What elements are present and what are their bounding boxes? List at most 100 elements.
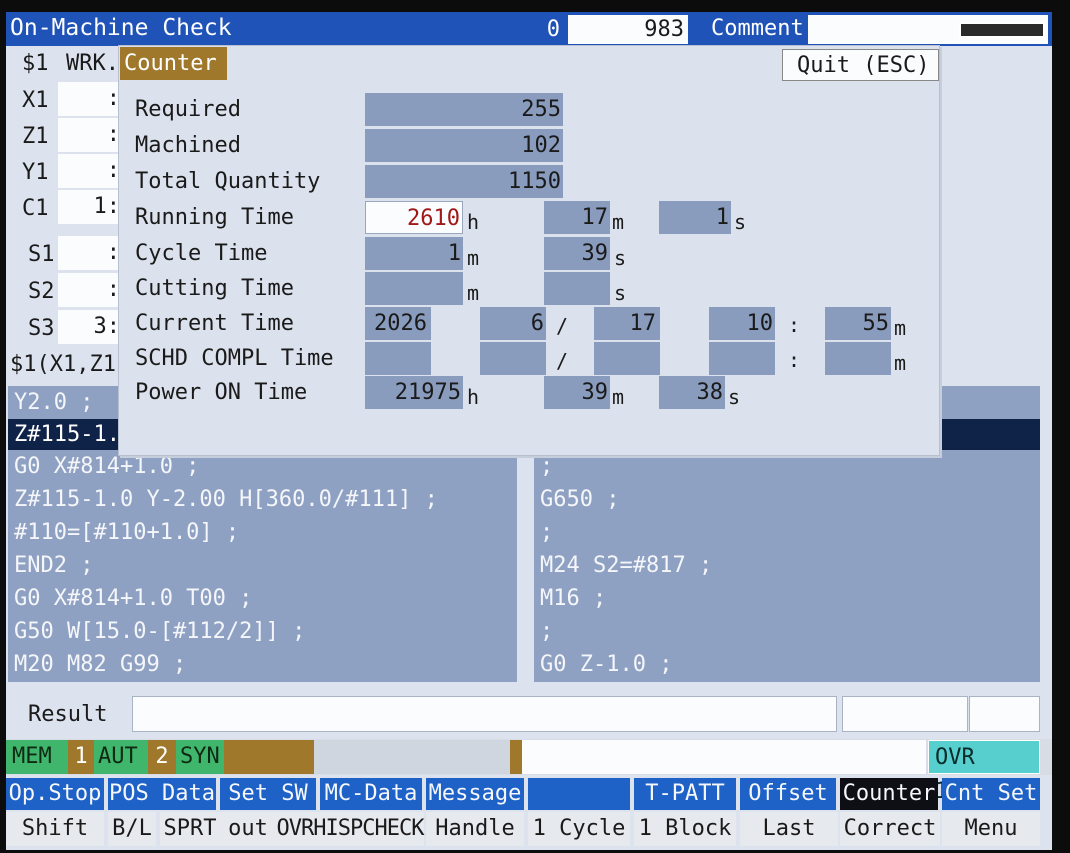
spindle-value: 3: <box>58 310 122 344</box>
softkey-mc-data[interactable]: MC-Data <box>320 778 422 810</box>
softkey-message[interactable]: Message <box>426 778 524 810</box>
spindle-value: : <box>58 236 122 270</box>
status-indicator <box>224 740 314 774</box>
program-pane-left[interactable]: G0 X#814+1.0 ; Z#115-1.0 Y-2.00 H[360.0/… <box>8 450 517 682</box>
softkey-blank[interactable] <box>528 778 630 810</box>
status-system-2: 2 <box>148 740 176 774</box>
schd-hour-value[interactable] <box>709 342 775 375</box>
status-indicator <box>314 740 510 774</box>
program-pane-right[interactable]: ; G650 ; ; M24 S2=#817 ; M16 ; ; G0 Z-1.… <box>534 450 1040 682</box>
minutes-unit: m <box>612 385 625 409</box>
current-year-value[interactable]: 2026 <box>365 307 431 340</box>
counter-title: Counter <box>120 47 227 80</box>
spindle-name: S1 <box>28 242 55 267</box>
status-indicator <box>510 740 522 774</box>
status-mem: MEM <box>6 740 68 774</box>
schd-month-value[interactable] <box>480 342 546 375</box>
axis-list: $1(X1,Z1) <box>10 352 130 377</box>
axis-name: C1 <box>22 196 49 221</box>
minutes-unit: m <box>894 316 907 340</box>
total-quantity-label: Total Quantity <box>135 169 321 194</box>
status-message-field <box>522 740 926 774</box>
required-value[interactable]: 255 <box>365 93 563 126</box>
nc-screen: On-Machine Check 0 983 Comment $1 WRK. X… <box>6 12 1052 850</box>
softkey-pos-data[interactable]: POS Data <box>108 778 216 810</box>
softkey-ovrhispcheck[interactable]: OVRHISPCHECK <box>276 812 424 846</box>
softkey-correct[interactable]: Correct <box>840 812 940 846</box>
status-syn: SYN <box>176 740 224 774</box>
current-day-value[interactable]: 17 <box>594 307 660 340</box>
program-line: ; <box>540 520 554 545</box>
softkey-handle[interactable]: Handle <box>426 812 524 846</box>
minutes-unit: m <box>894 351 907 375</box>
softkey-shift[interactable]: Shift <box>6 812 104 846</box>
program-line: Z#115-1.0 Y-2.00 H[360.0/#111] ; <box>14 487 438 512</box>
running-hours-value[interactable]: 2610 <box>365 201 463 234</box>
axis-value: : <box>58 154 122 188</box>
result-field <box>132 696 837 732</box>
softkey-1-block[interactable]: 1 Block <box>634 812 736 846</box>
program-line: G650 ; <box>540 487 620 512</box>
power-minutes-value[interactable]: 39 <box>544 376 610 409</box>
softkey-bl[interactable]: B/L <box>108 812 156 846</box>
result-label: Result <box>28 702 108 727</box>
softkey-out[interactable]: out <box>220 812 276 846</box>
softkey-offset[interactable]: Offset <box>740 778 836 810</box>
spindle-name: S2 <box>28 279 55 304</box>
time-separator: : <box>788 313 801 337</box>
brand-logo-icon <box>959 22 1045 38</box>
header-field-a: 0 <box>446 15 566 44</box>
spindle-name: S3 <box>28 316 55 341</box>
running-time-label: Running Time <box>135 205 294 230</box>
system-label: $1 <box>22 51 49 76</box>
cutting-seconds-value[interactable] <box>544 272 610 305</box>
current-time-label: Current Time <box>135 311 294 336</box>
cycle-seconds-value[interactable]: 39 <box>544 237 610 270</box>
softkey-last-prt[interactable]: Last PRT <box>740 812 838 846</box>
softkey-cnt-set[interactable]: Cnt Set <box>942 778 1040 810</box>
program-line: M24 S2=#817 ; <box>540 553 713 578</box>
schd-day-value[interactable] <box>594 342 660 375</box>
running-minutes-value[interactable]: 17 <box>544 201 610 234</box>
cycle-minutes-value[interactable]: 1 <box>365 237 463 270</box>
softkey-sprt[interactable]: SPRT <box>160 812 220 846</box>
program-line: G0 Z-1.0 ; <box>540 652 673 677</box>
machined-label: Machined <box>135 133 241 158</box>
softkey-set-sw[interactable]: Set SW <box>220 778 316 810</box>
seconds-unit: s <box>728 385 741 409</box>
machined-value[interactable]: 102 <box>365 129 563 162</box>
current-hour-value[interactable]: 10 <box>709 307 775 340</box>
current-month-value[interactable]: 6 <box>480 307 546 340</box>
softkey-1-cycle[interactable]: 1 Cycle <box>528 812 630 846</box>
softkey-menu-sel[interactable]: Menu SEL <box>942 812 1040 846</box>
status-system-1: 1 <box>68 740 94 774</box>
program-line: M16 ; <box>540 586 607 611</box>
cutting-time-label: Cutting Time <box>135 276 294 301</box>
total-quantity-value[interactable]: 1150 <box>365 165 563 198</box>
seconds-unit: s <box>614 246 627 270</box>
axis-value: 1: <box>58 190 122 224</box>
softkey-counter[interactable]: Counter <box>840 778 938 810</box>
axis-name: X1 <box>22 88 49 113</box>
current-minute-value[interactable]: 55 <box>825 307 891 340</box>
spindle-value: : <box>58 273 122 307</box>
quit-button[interactable]: Quit (ESC) <box>782 49 939 81</box>
cutting-minutes-value[interactable] <box>365 272 463 305</box>
date-separator: / <box>556 349 569 373</box>
softkey-op-stop[interactable]: Op.Stop <box>6 778 104 810</box>
power-hours-value[interactable]: 21975 <box>365 376 463 409</box>
time-separator: : <box>788 348 801 372</box>
power-seconds-value[interactable]: 38 <box>659 376 725 409</box>
minutes-unit: m <box>467 246 480 270</box>
date-separator: / <box>556 314 569 338</box>
override-indicator: OVR 100% <box>928 740 1040 804</box>
schd-year-value[interactable] <box>365 342 431 375</box>
hours-unit: h <box>467 385 480 409</box>
minutes-unit: m <box>612 210 625 234</box>
program-line: G0 X#814+1.0 T00 ; <box>14 586 253 611</box>
schd-minute-value[interactable] <box>825 342 891 375</box>
running-seconds-value[interactable]: 1 <box>659 201 731 234</box>
schd-compl-time-label: SCHD COMPL Time <box>135 346 334 371</box>
softkey-t-patt[interactable]: T-PATT <box>634 778 736 810</box>
axis-value: : <box>58 82 122 116</box>
